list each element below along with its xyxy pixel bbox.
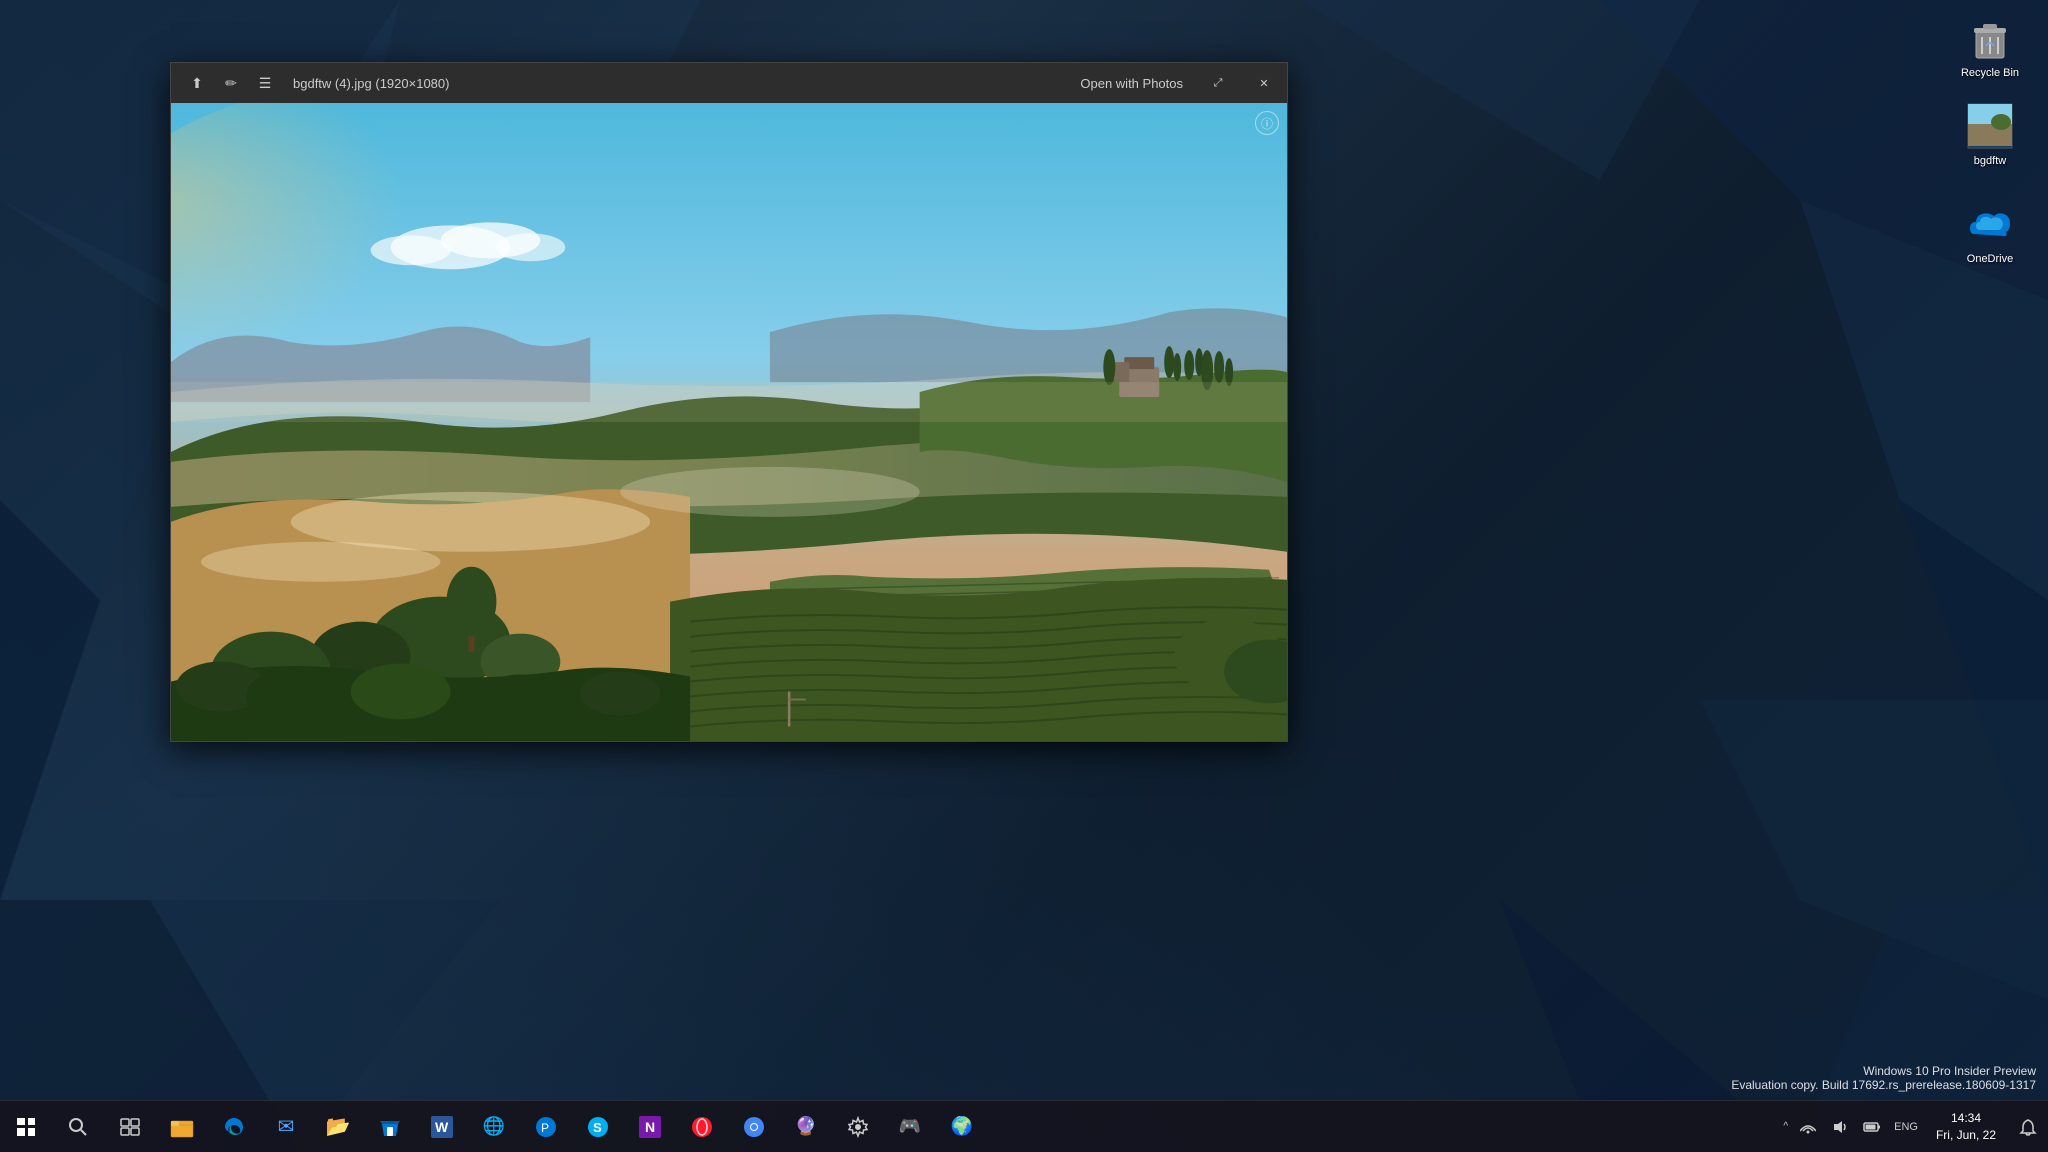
taskbar-app16[interactable]: 🌍 bbox=[936, 1101, 988, 1152]
taskbar-app7[interactable]: 🌐 bbox=[468, 1101, 520, 1152]
recycle-bin-label: Recycle Bin bbox=[1961, 66, 2019, 80]
watermark: Windows 10 Pro Insider Preview Evaluatio… bbox=[1731, 1064, 2036, 1092]
svg-text:S: S bbox=[593, 1120, 602, 1135]
taskbar-chrome[interactable] bbox=[728, 1101, 780, 1152]
tray-expand-btn[interactable]: ^ bbox=[1779, 1101, 1792, 1152]
tray-battery-icon[interactable] bbox=[1856, 1101, 1888, 1152]
toolbar-edit-btn[interactable]: ✏ bbox=[217, 69, 245, 97]
bgdftw-label: bgdftw bbox=[1974, 154, 2006, 168]
clock-time: 14:34 bbox=[1951, 1110, 1981, 1127]
watermark-line2: Evaluation copy. Build 17692.rs_prerelea… bbox=[1731, 1078, 2036, 1092]
tray-network-icon[interactable] bbox=[1792, 1101, 1824, 1152]
tray-volume-icon[interactable] bbox=[1824, 1101, 1856, 1152]
taskview-icon bbox=[120, 1118, 140, 1136]
system-tray: ^ ENG bbox=[1779, 1101, 2048, 1152]
taskbar-app15[interactable]: 🎮 bbox=[884, 1101, 936, 1152]
photo-area: ⓘ bbox=[171, 103, 1287, 741]
recycle-bin-icon[interactable]: Recycle Bin bbox=[1950, 10, 2030, 84]
start-icon bbox=[17, 1118, 35, 1136]
svg-text:P: P bbox=[541, 1121, 549, 1135]
taskbar-app13[interactable]: 🔮 bbox=[780, 1101, 832, 1152]
svg-text:N: N bbox=[645, 1119, 655, 1135]
search-icon bbox=[68, 1117, 88, 1137]
taskbar-word[interactable]: W bbox=[416, 1101, 468, 1152]
clock-date: Fri, Jun, 22 bbox=[1936, 1127, 1996, 1144]
window-title: bgdftw (4).jpg (1920×1080) bbox=[293, 76, 449, 91]
taskbar-edge[interactable] bbox=[208, 1101, 260, 1152]
window-titlebar: ⬆ ✏ ☰ bgdftw (4).jpg (1920×1080) Open wi… bbox=[171, 63, 1287, 103]
onedrive-image bbox=[1966, 200, 2014, 248]
recycle-bin-image bbox=[1966, 14, 2014, 62]
svg-text:W: W bbox=[435, 1119, 449, 1135]
taskbar-settings[interactable] bbox=[832, 1101, 884, 1152]
toolbar-up-btn[interactable]: ⬆ bbox=[183, 69, 211, 97]
taskbar-onenote[interactable]: N bbox=[624, 1101, 676, 1152]
taskbar-file-explorer[interactable] bbox=[156, 1101, 208, 1152]
window-restore-btn[interactable]: ⤢ bbox=[1195, 63, 1241, 103]
tray-language[interactable]: ENG bbox=[1888, 1101, 1924, 1152]
search-button[interactable] bbox=[52, 1101, 104, 1152]
taskbar-mail[interactable]: ✉ bbox=[260, 1101, 312, 1152]
taskbar-opera[interactable] bbox=[676, 1101, 728, 1152]
onedrive-icon[interactable]: OneDrive bbox=[1950, 196, 2030, 270]
taskbar: ✉ 📂 W 🌐 P S bbox=[0, 1100, 2048, 1152]
desktop: Recycle Bin bgdftw OneDrive ⬆ bbox=[0, 0, 2048, 1152]
window-close-btn[interactable]: ✕ bbox=[1241, 63, 1287, 103]
taskbar-skype[interactable]: S bbox=[572, 1101, 624, 1152]
toolbar-menu-btn[interactable]: ☰ bbox=[251, 69, 279, 97]
taskbar-app8[interactable]: P bbox=[520, 1101, 572, 1152]
taskbar-store[interactable] bbox=[364, 1101, 416, 1152]
taskview-button[interactable] bbox=[104, 1101, 156, 1152]
photo-window: ⬆ ✏ ☰ bgdftw (4).jpg (1920×1080) Open wi… bbox=[170, 62, 1288, 742]
info-icon[interactable]: ⓘ bbox=[1255, 111, 1279, 135]
bgdftw-icon[interactable]: bgdftw bbox=[1950, 98, 2030, 172]
notification-button[interactable] bbox=[2008, 1101, 2048, 1152]
onedrive-label: OneDrive bbox=[1967, 252, 2013, 266]
bgdftw-image bbox=[1966, 102, 2014, 150]
watermark-line1: Windows 10 Pro Insider Preview bbox=[1731, 1064, 2036, 1078]
start-button[interactable] bbox=[0, 1101, 52, 1152]
clock-area[interactable]: 14:34 Fri, Jun, 22 bbox=[1924, 1101, 2008, 1152]
taskbar-file-manager[interactable]: 📂 bbox=[312, 1101, 364, 1152]
open-with-photos-btn[interactable]: Open with Photos bbox=[1068, 76, 1195, 91]
